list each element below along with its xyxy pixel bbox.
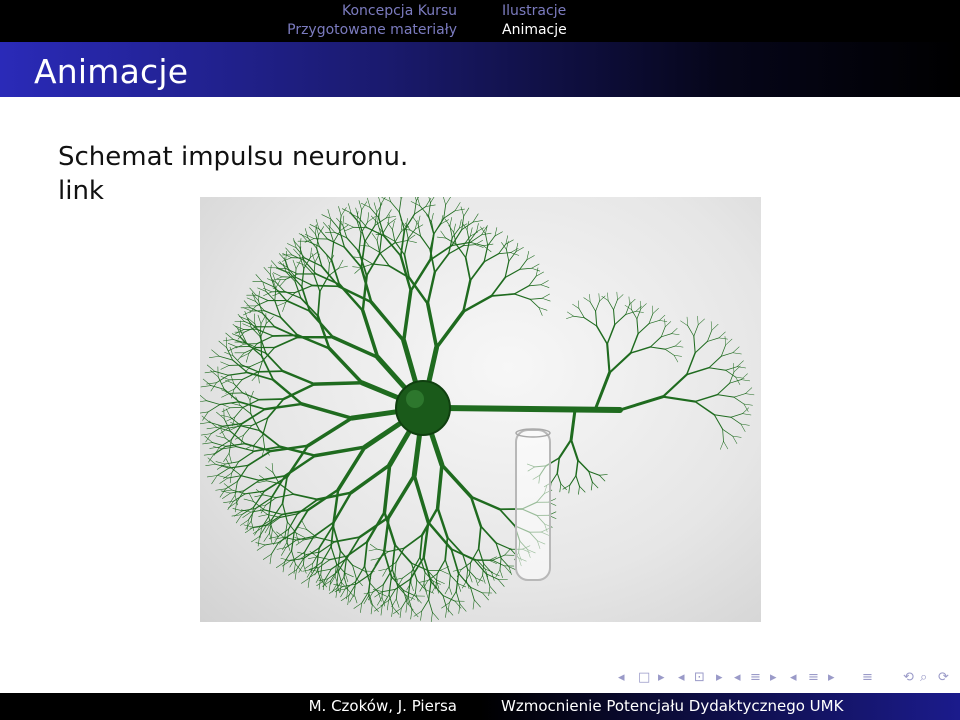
footer-authors: M. Czoków, J. Piersa <box>308 697 457 715</box>
nav-symbol[interactable]: ⟳ <box>938 670 949 685</box>
body-text-line: Schemat impulsu neuronu. <box>58 142 409 172</box>
neuron-illustration-icon <box>200 197 755 622</box>
nav-symbol[interactable]: ⟲ <box>903 670 914 685</box>
frame-title: Animacje <box>34 52 189 91</box>
nav-symbol[interactable]: ≡ <box>862 670 873 685</box>
section-title[interactable]: Koncepcja Kursu <box>287 2 457 21</box>
header-section-ilustracje[interactable]: Ilustracje Animacje <box>502 2 567 40</box>
nav-symbol[interactable]: ▸ <box>716 670 723 685</box>
nav-symbol[interactable]: □ <box>638 670 650 685</box>
nav-symbol[interactable]: ▸ <box>828 670 835 685</box>
nav-symbol[interactable]: ≡ <box>750 670 761 685</box>
nav-symbol[interactable]: ◂ <box>790 670 797 685</box>
nav-symbol[interactable]: ◂ <box>734 670 741 685</box>
nav-symbol[interactable]: ◂ <box>618 670 625 685</box>
header-bar <box>0 0 960 42</box>
nav-symbol[interactable]: ⌕ <box>920 670 927 685</box>
footer-title: Wzmocnienie Potencjału Dydaktycznego UMK <box>501 697 844 715</box>
nav-symbol[interactable]: ▸ <box>658 670 665 685</box>
subsection-title-active[interactable]: Animacje <box>502 21 567 40</box>
beamer-navigation: ◂ □ ▸ ◂ ⊡ ▸ ◂ ≡ ▸ ◂ ≡ ▸ ≡ ⟲ ⌕ ⟳ <box>618 670 953 690</box>
nav-symbol[interactable]: ◂ <box>678 670 685 685</box>
nav-symbol[interactable]: ▸ <box>770 670 777 685</box>
header-section-koncepcja[interactable]: Koncepcja Kursu Przygotowane materiały <box>287 2 457 40</box>
section-title-active[interactable]: Ilustracje <box>502 2 567 21</box>
nav-symbol[interactable]: ≡ <box>808 670 819 685</box>
nav-symbol[interactable]: ⊡ <box>694 670 705 685</box>
neuron-figure <box>200 197 761 622</box>
subsection-title[interactable]: Przygotowane materiały <box>287 21 457 40</box>
